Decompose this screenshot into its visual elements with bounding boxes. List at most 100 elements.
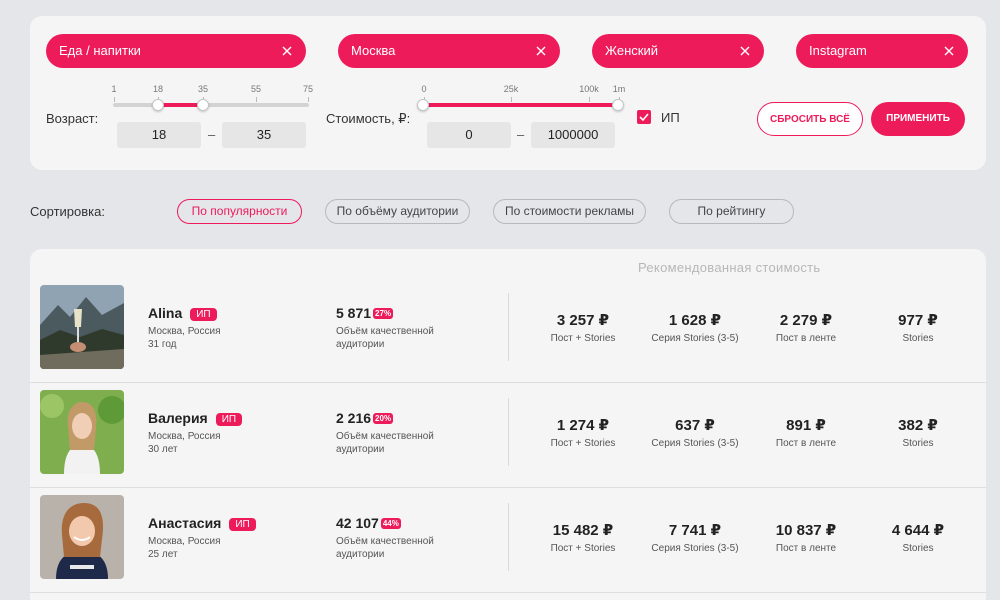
price-stories-series: 1 628 ₽ [668, 312, 722, 329]
age-scale-tick: 75 [302, 84, 314, 94]
blogger-row[interactable]: Alina ИП Москва, Россия 31 год 5 871 27% О… [30, 279, 986, 383]
age-tick-mark [114, 97, 115, 102]
cost-scale-tick: 0 [421, 84, 427, 94]
cost-slider-track[interactable] [422, 103, 618, 107]
blogger-age: 25 лет [148, 549, 178, 560]
close-icon[interactable] [536, 34, 548, 68]
audience-label: Объём качественной аудитории [336, 326, 434, 350]
sort-by-popularity[interactable]: По популярности [177, 199, 302, 224]
cost-slider-range [422, 103, 618, 107]
price-post-stories: 3 257 ₽ [556, 312, 610, 329]
close-icon[interactable] [740, 34, 752, 68]
age-tick-mark [308, 97, 309, 102]
audience-label: Объём качественной аудитории [336, 431, 434, 455]
price-label: Серия Stories (3-5) [651, 438, 739, 449]
price-label: Пост в ленте [775, 438, 837, 449]
price-label: Пост + Stories [550, 438, 616, 449]
ip-checkbox-label: ИП [661, 110, 680, 125]
close-icon[interactable] [282, 34, 294, 68]
blogger-location: Москва, Россия [148, 536, 221, 547]
avatar[interactable] [40, 390, 124, 474]
blogger-row[interactable]: Валерия ИП Москва, Россия 30 лет 2 216 20%… [30, 384, 986, 488]
blogger-age: 31 год [148, 339, 177, 350]
price-feed-post: 2 279 ₽ [779, 312, 833, 329]
quality-percent-badge: 27% [373, 308, 394, 319]
audience-value: 42 107 [336, 515, 379, 531]
audience-size: 2 216 20% [336, 410, 394, 426]
cost-max-input[interactable]: 1000000 [531, 122, 615, 148]
sort-label: Сортировка: [30, 204, 105, 219]
cost-scale-tick: 100k [579, 84, 599, 94]
price-label: Stories [902, 333, 934, 344]
cost-min-handle[interactable] [417, 99, 429, 111]
price-label: Пост + Stories [550, 333, 616, 344]
divider [508, 398, 509, 466]
price-label: Пост в ленте [775, 333, 837, 344]
price-stories-series: 637 ₽ [675, 417, 715, 434]
price-stories: 4 644 ₽ [891, 522, 945, 539]
ip-badge: ИП [190, 308, 217, 321]
divider [508, 503, 509, 571]
age-scale-tick: 1 [111, 84, 117, 94]
blogger-age: 30 лет [148, 444, 178, 455]
age-max-handle[interactable] [197, 99, 209, 111]
sort-by-ad-cost[interactable]: По стоимости рекламы [493, 199, 646, 224]
blogger-name[interactable]: Анастасия ИП [148, 515, 256, 531]
chip-label: Москва [351, 43, 396, 58]
cost-scale-tick: 1m [612, 84, 626, 94]
price-label: Серия Stories (3-5) [651, 333, 739, 344]
chip-label: Instagram [809, 43, 867, 58]
cost-max-handle[interactable] [612, 99, 624, 111]
age-min-handle[interactable] [152, 99, 164, 111]
recommended-cost-title: Рекомендованная стоимость [638, 260, 821, 275]
avatar[interactable] [40, 285, 124, 369]
filter-chip-gender[interactable]: Женский [592, 34, 764, 68]
quality-percent-badge: 44% [380, 518, 401, 529]
price-label: Пост в ленте [775, 543, 837, 554]
filter-chip-category[interactable]: Еда / напитки [46, 34, 306, 68]
range-dash: – [208, 127, 216, 142]
age-max-input[interactable]: 35 [222, 122, 306, 148]
blogger-name[interactable]: Валерия ИП [148, 410, 243, 426]
price-post-stories: 15 482 ₽ [552, 522, 614, 539]
close-icon[interactable] [944, 34, 956, 68]
age-tick-mark [256, 97, 257, 102]
blogger-row[interactable]: Анастасия ИП Москва, Россия 25 лет 42 107… [30, 489, 986, 593]
cost-min-input[interactable]: 0 [427, 122, 511, 148]
blogger-name[interactable]: Alina ИП [148, 305, 217, 321]
avatar[interactable] [40, 495, 124, 579]
chip-label: Еда / напитки [59, 43, 141, 58]
price-stories: 382 ₽ [898, 417, 938, 434]
price-stories-series: 7 741 ₽ [668, 522, 722, 539]
blogger-name-text: Анастасия [148, 515, 222, 531]
price-stories: 977 ₽ [898, 312, 938, 329]
filter-chip-city[interactable]: Москва [338, 34, 560, 68]
price-label: Серия Stories (3-5) [651, 543, 739, 554]
blogger-name-text: Валерия [148, 410, 208, 426]
cost-tick-mark [511, 97, 512, 102]
ip-badge: ИП [229, 518, 256, 531]
cost-scale-tick: 25k [503, 84, 519, 94]
age-scale-tick: 35 [197, 84, 209, 94]
price-feed-post: 10 837 ₽ [775, 522, 837, 539]
audience-size: 5 871 27% [336, 305, 394, 321]
audience-label: Объём качественной аудитории [336, 536, 434, 560]
cost-tick-mark [589, 97, 590, 102]
ip-checkbox[interactable] [637, 110, 651, 124]
filter-chip-platform[interactable]: Instagram [796, 34, 968, 68]
blogger-location: Москва, Россия [148, 431, 221, 442]
reset-all-button[interactable]: СБРОСИТЬ ВСЁ [757, 102, 863, 136]
age-slider-track[interactable] [113, 103, 309, 107]
cost-label: Стоимость, ₽: [326, 111, 411, 126]
sort-by-rating[interactable]: По рейтингу [669, 199, 794, 224]
price-label: Stories [902, 543, 934, 554]
age-label: Возраст: [46, 111, 99, 126]
age-scale-tick: 18 [152, 84, 164, 94]
quality-percent-badge: 20% [373, 413, 394, 424]
audience-size: 42 107 44% [336, 515, 401, 531]
ip-badge: ИП [215, 413, 243, 426]
age-min-input[interactable]: 18 [117, 122, 201, 148]
checkmark-icon [639, 113, 649, 121]
apply-button[interactable]: ПРИМЕНИТЬ [871, 102, 965, 136]
sort-by-audience[interactable]: По объёму аудитории [325, 199, 470, 224]
